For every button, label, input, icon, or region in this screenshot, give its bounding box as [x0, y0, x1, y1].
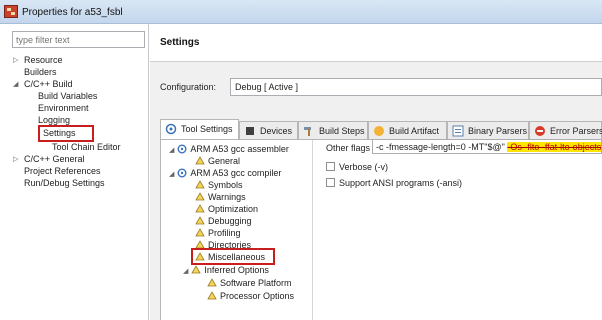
ansi-checkbox[interactable]	[326, 178, 335, 187]
nav-item-run-debug-settings[interactable]: Run/Debug Settings	[24, 178, 105, 189]
verbose-label: Verbose (-v)	[339, 162, 389, 172]
tool-tree: ◢ ARM A53 gcc assembler General ◢ ARM A53 …	[161, 140, 313, 320]
tool-tree-label: Warnings	[208, 192, 246, 202]
filter-input[interactable]	[12, 31, 145, 48]
tab-binary-parsers[interactable]: Binary Parsers	[447, 121, 529, 139]
nav-item-cpp-general[interactable]: C/C++ General	[24, 154, 85, 165]
hammer-icon	[304, 127, 311, 136]
tool-tree-label: ARM A53 gcc assembler	[190, 144, 289, 154]
tab-error-parsers[interactable]: Error Parsers	[529, 121, 602, 139]
error-icon	[535, 126, 545, 136]
gear-icon	[177, 168, 187, 178]
binary-icon	[452, 125, 464, 137]
tool-tree-label: Debugging	[208, 216, 252, 226]
settings-content-pane: Settings Configuration: Debug [ Active ]…	[150, 24, 602, 320]
nav-item-tool-chain-editor[interactable]: Tool Chain Editor	[52, 142, 121, 153]
ansi-option[interactable]: Support ANSI programs (-ansi)	[326, 178, 462, 188]
page-header: Settings	[150, 24, 602, 62]
configuration-label: Configuration:	[160, 82, 217, 92]
tool-tree-item-assembler[interactable]: ◢ ARM A53 gcc assembler	[169, 143, 289, 155]
tool-tree-item-processor-options[interactable]: Processor Options	[207, 290, 294, 302]
option-category-icon	[207, 278, 217, 287]
window-titlebar: Properties for a53_fsbl	[0, 0, 602, 24]
nav-item-environment[interactable]: Environment	[38, 103, 89, 114]
collapse-arrow-icon[interactable]: ◢	[13, 80, 18, 88]
configuration-select[interactable]: Debug [ Active ]	[230, 78, 602, 96]
tool-tree-label: Profiling	[208, 228, 241, 238]
tool-tree-item-compiler[interactable]: ◢ ARM A53 gcc compiler	[169, 167, 281, 179]
verbose-option[interactable]: Verbose (-v)	[326, 162, 388, 172]
option-category-icon	[191, 265, 202, 274]
verbose-checkbox[interactable]	[326, 162, 335, 171]
tool-tree-label: Symbols	[208, 180, 243, 190]
collapse-arrow-icon: ◢	[169, 147, 175, 154]
collapse-arrow-icon: ◢	[169, 171, 175, 178]
other-flags-value: -c -fmessage-length=0 -MT"$@"	[376, 142, 505, 152]
expand-arrow-icon[interactable]: ▷	[13, 56, 18, 64]
ansi-label: Support ANSI programs (-ansi)	[339, 178, 463, 188]
tool-tree-label: General	[208, 156, 241, 166]
page-title: Settings	[160, 37, 200, 48]
option-category-icon	[195, 228, 205, 237]
tab-label: Error Parsers	[550, 126, 602, 136]
tool-tree-item-inferred-options[interactable]: ◢ Inferred Options	[183, 264, 269, 276]
tool-tree-label: ARM A53 gcc compiler	[190, 168, 282, 178]
option-category-icon	[195, 204, 205, 213]
miscellaneous-highlight-box	[191, 248, 275, 265]
tool-tree-label: Processor Options	[220, 291, 295, 301]
other-flags-label: Other flags	[326, 143, 371, 153]
option-category-icon	[207, 291, 217, 300]
tool-tree-item-warnings[interactable]: Warnings	[195, 191, 246, 203]
option-category-icon	[195, 156, 205, 165]
tool-tree-item-software-platform[interactable]: Software Platform	[207, 277, 292, 289]
tab-build-artifact[interactable]: Build Artifact	[368, 121, 447, 139]
chip-icon	[246, 127, 254, 135]
collapse-arrow-icon: ◢	[183, 268, 189, 275]
option-category-icon	[195, 180, 205, 189]
expand-arrow-icon[interactable]: ▷	[13, 155, 18, 163]
tab-label: Binary Parsers	[468, 126, 528, 136]
removed-flags-text: -Os -flto -ffat-lto-objects	[507, 142, 602, 152]
settings-highlight-box	[38, 125, 94, 142]
tab-label: Devices	[260, 126, 293, 136]
tab-label: Build Steps	[319, 126, 365, 136]
tool-tree-item-assembler-general[interactable]: General	[195, 155, 240, 167]
tool-tree-item-debugging[interactable]: Debugging	[195, 215, 252, 227]
nav-item-cpp-build[interactable]: C/C++ Build	[24, 79, 73, 90]
tab-label: Tool Settings	[181, 124, 233, 134]
tool-tree-item-profiling[interactable]: Profiling	[195, 227, 241, 239]
nav-item-builders[interactable]: Builders	[24, 67, 57, 78]
nav-item-resource[interactable]: Resource	[24, 55, 63, 66]
nav-item-build-variables[interactable]: Build Variables	[38, 91, 97, 102]
tool-tree-label: Inferred Options	[204, 265, 269, 275]
tab-label: Build Artifact	[389, 126, 440, 136]
artifact-icon	[374, 126, 384, 136]
tab-devices[interactable]: Devices	[239, 121, 298, 139]
option-category-icon	[195, 192, 205, 201]
other-flags-input[interactable]: -c -fmessage-length=0 -MT"$@" -Os -flto …	[372, 139, 602, 154]
tool-tree-label: Software Platform	[220, 278, 292, 288]
tool-tree-item-symbols[interactable]: Symbols	[195, 179, 243, 191]
tool-tree-label: Optimization	[208, 204, 259, 214]
tab-tool-settings[interactable]: Tool Settings	[160, 119, 239, 139]
window-title: Properties for a53_fsbl	[22, 7, 123, 18]
gear-icon	[177, 144, 187, 154]
option-category-icon	[195, 216, 205, 225]
property-nav-pane: ▷ Resource Builders ◢ C/C++ Build Build …	[0, 24, 149, 320]
nav-item-project-references[interactable]: Project References	[24, 166, 101, 177]
tool-tree-item-optimization[interactable]: Optimization	[195, 203, 258, 215]
tab-build-steps[interactable]: Build Steps	[298, 121, 368, 139]
app-icon	[4, 5, 18, 18]
gear-icon	[165, 123, 177, 135]
